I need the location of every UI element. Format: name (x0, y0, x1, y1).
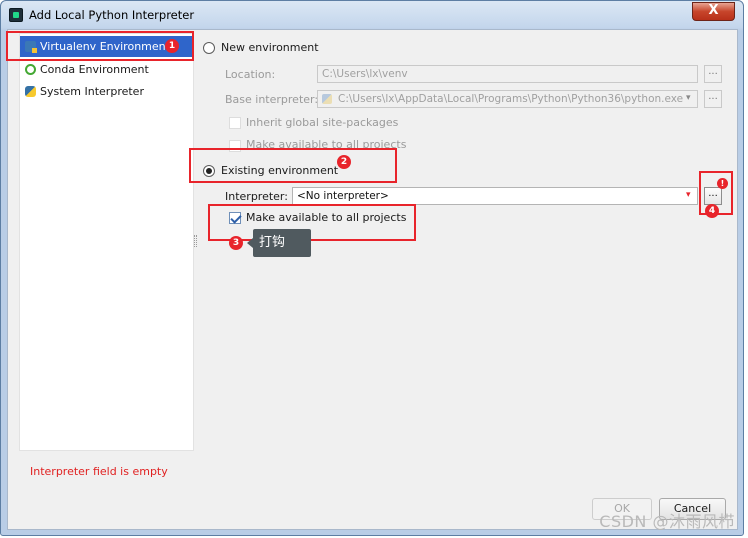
pycharm-app-icon (9, 8, 23, 22)
annotation-badge-2: 2 (337, 155, 351, 169)
location-label: Location: (225, 68, 276, 81)
validation-error-message: Interpreter field is empty (30, 465, 168, 478)
csdn-watermark: CSDN @沐雨风栉 (599, 512, 735, 531)
annotation-badge-4: 4 (705, 204, 719, 218)
annotation-badge-3: 3 (229, 236, 243, 250)
chevron-down-icon: ▾ (686, 93, 691, 103)
base-interpreter-browse-button[interactable]: ... (704, 90, 722, 108)
window-title: Add Local Python Interpreter (29, 8, 195, 22)
inherit-site-packages-checkbox[interactable] (229, 117, 241, 129)
list-item-label: Conda Environment (40, 63, 149, 76)
title-bar[interactable]: Add Local Python Interpreter X (1, 1, 743, 29)
interpreter-combo[interactable]: <No interpreter> (292, 187, 698, 205)
panel-splitter-handle[interactable] (194, 235, 197, 247)
base-interpreter-label: Base interpreter: (225, 93, 319, 106)
base-interpreter-combo[interactable]: C:\Users\lx\AppData\Local\Programs\Pytho… (317, 90, 698, 108)
inherit-site-packages-label: Inherit global site-packages (246, 116, 399, 129)
list-item-label: System Interpreter (40, 85, 144, 98)
annotation-tooltip: 打钩 (247, 229, 311, 257)
location-field[interactable]: C:\Users\lx\venv (317, 65, 698, 83)
annotation-box-3 (208, 204, 416, 241)
dialog-content: Virtualenv Environment Conda Environment… (7, 29, 738, 530)
environment-type-list: Virtualenv Environment Conda Environment… (19, 33, 194, 451)
python-icon (25, 86, 36, 97)
dialog-window: Add Local Python Interpreter X Virtualen… (0, 0, 744, 536)
new-environment-radio[interactable] (203, 42, 215, 54)
location-browse-button[interactable]: ... (704, 65, 722, 83)
interpreter-label: Interpreter: (225, 190, 288, 203)
interpreter-value: <No interpreter> (297, 190, 389, 202)
annotation-badge-1: 1 (165, 39, 179, 53)
close-button[interactable]: X (692, 2, 735, 21)
new-environment-label: New environment (221, 41, 319, 54)
annotation-box-2 (189, 148, 397, 183)
base-interpreter-value: C:\Users\lx\AppData\Local\Programs\Pytho… (338, 93, 684, 105)
list-item-system-interpreter[interactable]: System Interpreter (20, 81, 193, 102)
python-file-icon (322, 94, 332, 104)
conda-icon (25, 64, 36, 75)
chevron-down-icon: ▾ (686, 190, 691, 200)
list-item-conda[interactable]: Conda Environment (20, 59, 193, 80)
